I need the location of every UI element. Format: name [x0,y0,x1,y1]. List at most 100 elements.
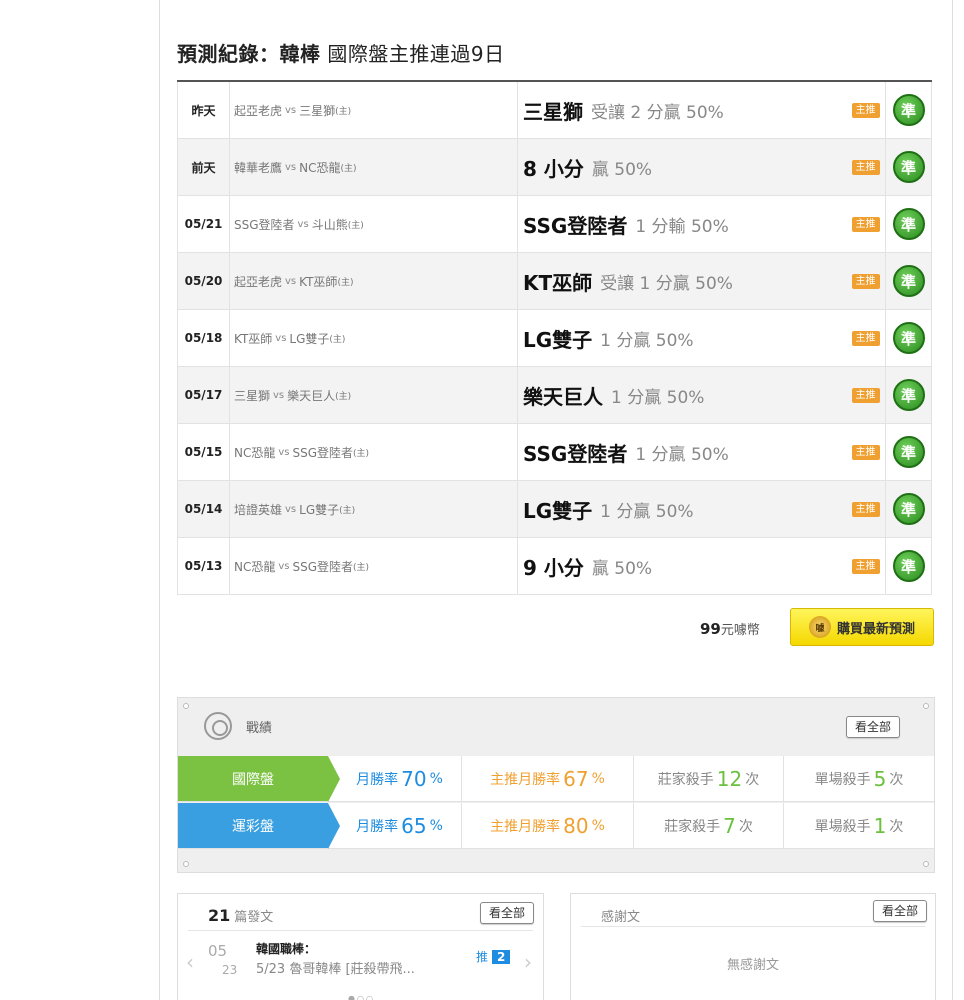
performance-view-all-button[interactable]: 看全部 [846,716,901,738]
prediction-row: 05/13 NC恐龍 vs SSG登陸者 (主) 9 小分贏 50% 主推準 [177,538,932,595]
post-date: 05 23 [208,942,237,978]
thanks-view-all-button[interactable]: 看全部 [873,900,928,922]
home-team: 斗山熊 [311,217,348,232]
pick-team: 8 小分 [523,156,584,181]
title-rest: 國際盤主推連過9日 [320,42,505,66]
pick-detail: 受讓 2 分贏 50% [591,102,724,123]
post-title[interactable]: 韓國職棒： [256,940,316,957]
prediction-pick: 三星獅 受讓 2 分贏 50% [518,82,846,138]
result-cell: 準 [886,367,931,423]
result-cell: 準 [886,424,931,480]
away-team: 三星獅 [234,388,271,403]
away-team: 起亞老虎 [234,103,283,118]
vs-label: vs [285,104,297,116]
home-team: 三星獅 [299,103,336,118]
home-team: KT巫師 [299,274,338,289]
vs-label: vs [278,560,290,572]
main-win-rate: 主推月勝率 80% [462,803,634,848]
pick-detail: 1 分贏 50% [611,387,705,408]
main-pick-badge: 主推 [851,501,880,517]
prediction-date: 05/21 [178,196,230,252]
corner-dot [923,861,929,867]
bookmaker-killer: 莊家殺手 12 次 [634,756,784,801]
push-label: 推 [476,950,489,964]
corner-dot [183,861,189,867]
posts-view-all-button[interactable]: 看全部 [480,902,535,924]
left-border [159,0,160,1000]
away-team: 韓華老鷹 [234,160,283,175]
pick-detail: 1 分贏 50% [600,501,694,522]
away-team: 培證英雄 [234,502,283,517]
correct-result-icon: 準 [892,493,925,525]
result-cell: 準 [886,196,931,252]
prediction-date: 05/20 [178,253,230,309]
main-label: 主推月勝率 [490,818,561,835]
prediction-match[interactable]: 韓華老鷹 vs NC恐龍 (主) [230,139,518,195]
prediction-table: 昨天 起亞老虎 vs 三星獅 (主) 三星獅 受讓 2 分贏 50% 主推準前天 韓華老鷹 vs N… [177,80,932,595]
host-marker: (主) [353,448,370,459]
prediction-match[interactable]: 起亞老虎 vs KT巫師 (主) [230,253,518,309]
prediction-match[interactable]: SSG登陸者 vs 斗山熊 (主) [230,196,518,252]
posts-count-label: 篇發文 [234,910,274,925]
corner-dot [923,703,929,709]
vs-label: vs [285,275,297,287]
pagination-dots[interactable]: ●○○ [348,994,375,1000]
prediction-row: 05/20 起亞老虎 vs KT巫師 (主) KT巫師 受讓 1 分贏 50% 主推準 [177,253,932,310]
away-team: SSG登陸者 [234,217,295,232]
badge-cell: 主推 [846,196,886,252]
away-team: 起亞老虎 [234,274,283,289]
main-pick-badge: 主推 [851,159,880,175]
badge-cell: 主推 [846,139,886,195]
badge-cell: 主推 [846,310,886,366]
posts-count: 21 篇發文 [208,906,273,925]
prediction-match[interactable]: 培證英雄 vs LG雙子 (主) [230,481,518,537]
pick-detail: 1 分贏 50% [600,330,694,351]
month-win-rate: 月勝率 65% [328,803,462,848]
post-subtitle[interactable]: 5/23 魯哥韓棒 [莊殺帶飛... [256,958,415,977]
post-month: 05 [208,942,228,960]
buy-prediction-button[interactable]: 噱 購買最新預測 [790,608,934,646]
prediction-match[interactable]: 起亞老虎 vs 三星獅 (主) [230,82,518,138]
book-label: 莊家殺手 [657,771,714,788]
result-cell: 準 [886,253,931,309]
single-value: 5 [873,766,887,791]
month-win-rate: 月勝率 70% [328,756,462,801]
single-value: 1 [873,813,887,838]
badge-cell: 主推 [846,424,886,480]
title-main: 預測紀錄：韓棒 [177,42,321,66]
pick-team: KT巫師 [523,270,593,295]
main-pick-badge: 主推 [851,273,880,289]
pick-detail: 1 分輸 50% [635,216,729,237]
prediction-date: 昨天 [178,82,230,138]
pick-team: LG雙子 [523,498,593,523]
posts-panel: 21 篇發文 看全部 ‹ › 05 23 韓國職棒： 5/23 魯哥韓棒 [莊殺帶… [177,893,544,1000]
result-cell: 準 [886,538,931,594]
correct-result-icon: 準 [892,550,925,582]
pick-team: 三星獅 [523,99,583,124]
prediction-match[interactable]: NC恐龍 vs SSG登陸者 (主) [230,538,518,594]
performance-title: 戰績 [246,720,273,736]
right-border [952,0,953,1000]
buy-button-label: 購買最新預測 [836,621,915,637]
next-arrow-icon[interactable]: › [524,950,532,974]
host-marker: (主) [329,334,346,345]
prediction-match[interactable]: KT巫師 vs LG雙子 (主) [230,310,518,366]
prediction-date: 05/15 [178,424,230,480]
vs-label: vs [273,389,285,401]
prediction-pick: LG雙子 1 分贏 50% [518,481,846,537]
vs-label: vs [278,446,290,458]
prediction-pick: LG雙子 1 分贏 50% [518,310,846,366]
thanks-title: 感謝文 [601,910,641,925]
prediction-match[interactable]: 三星獅 vs 樂天巨人 (主) [230,367,518,423]
main-win-rate: 主推月勝率 67% [462,756,634,801]
prediction-match[interactable]: NC恐龍 vs SSG登陸者 (主) [230,424,518,480]
market-label: 運彩盤 [178,803,340,849]
price-value: 99 [700,620,721,638]
month-unit: % [429,817,443,834]
away-team: NC恐龍 [234,559,276,574]
main-unit: % [591,817,605,834]
correct-result-icon: 準 [892,379,925,411]
prev-arrow-icon[interactable]: ‹ [186,950,194,974]
performance-row: 運彩盤 月勝率 65% 主推月勝率 80% 莊家殺手 7 次單場殺手 1 次 [178,803,934,849]
main-pick-badge: 主推 [851,558,880,574]
